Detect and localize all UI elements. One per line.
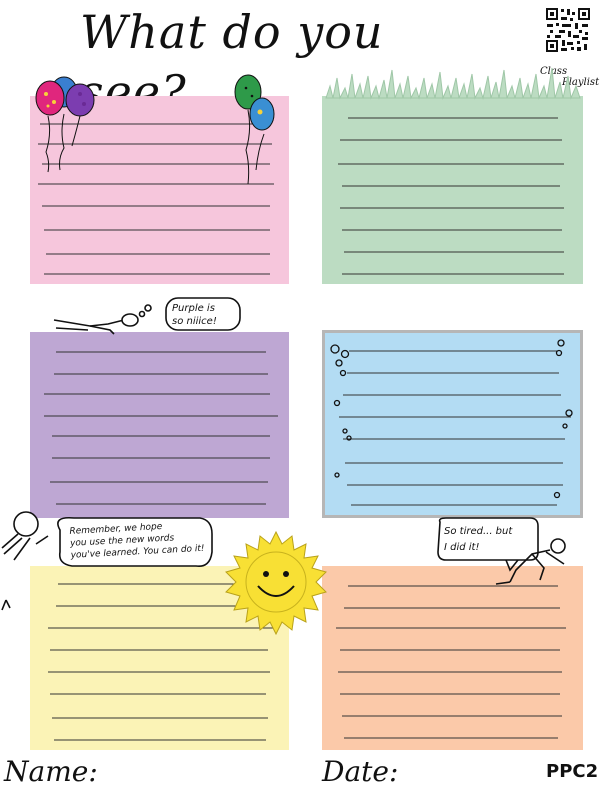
writing-box-orange[interactable] [322, 566, 583, 750]
balloons-icon [35, 76, 95, 173]
speech-tired-line1: So tired... but [444, 526, 513, 537]
ruled-lines [336, 585, 566, 739]
qr-code-icon[interactable] [544, 6, 592, 54]
page-code: PPC2 [546, 761, 599, 782]
writing-box-blue[interactable] [322, 330, 583, 518]
worksheet-title: What do you see? [80, 5, 384, 119]
speech-remember: Remember, we hope you use the new words … [69, 518, 217, 562]
bubbles-icon [330, 339, 573, 499]
name-field[interactable] [90, 784, 310, 785]
speech-purple-line1: Purple is [172, 303, 215, 314]
date-field[interactable] [396, 784, 536, 785]
date-label: Date: [322, 755, 399, 788]
ruled-lines [44, 351, 278, 505]
speech-purple-line2: so niiice! [172, 316, 217, 327]
balloons-icon [234, 74, 275, 185]
writing-box-green[interactable] [322, 96, 583, 284]
smiling-sun-icon [225, 530, 327, 636]
ruled-lines [330, 339, 573, 506]
tired-figure-icon: So tired... but I did it! [437, 517, 566, 585]
grass-icon [325, 67, 581, 100]
speech-tired-line2: I did it! [444, 542, 480, 553]
sleeping-figure-icon: Purple is so niiice! [53, 297, 241, 335]
ruled-lines [338, 117, 564, 275]
name-label: Name: [4, 755, 98, 788]
writing-box-purple[interactable] [30, 332, 289, 518]
